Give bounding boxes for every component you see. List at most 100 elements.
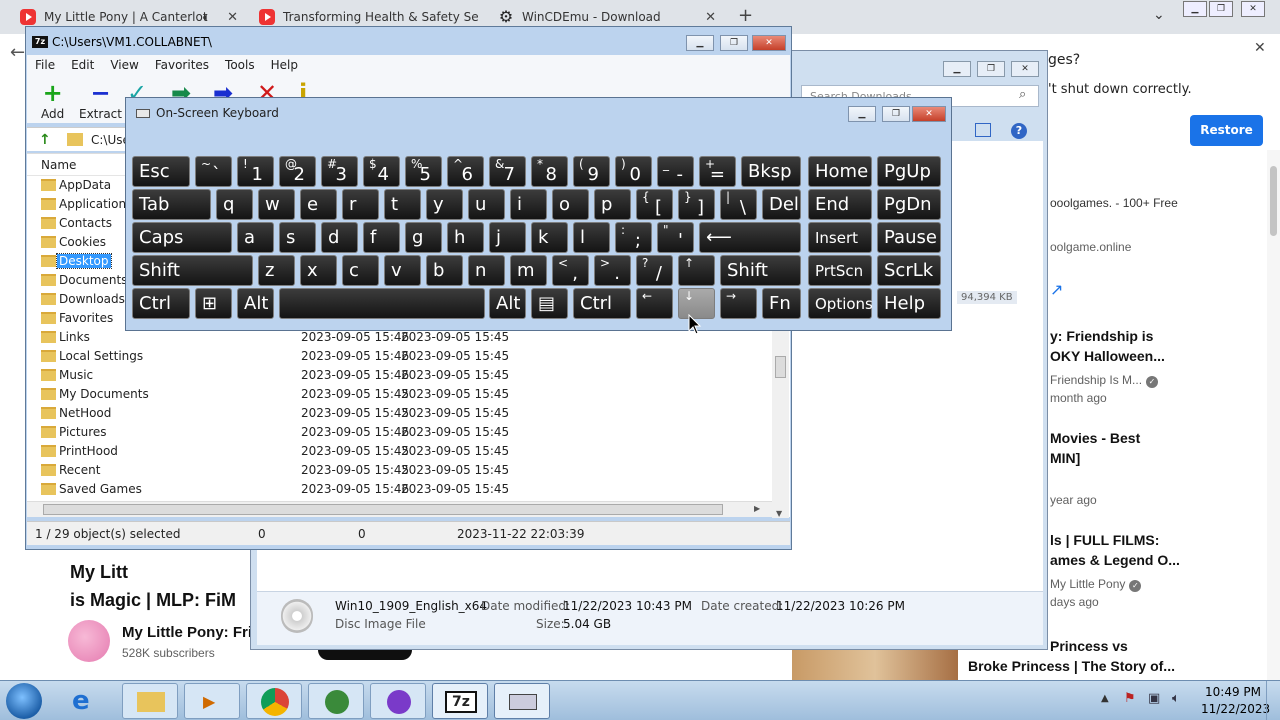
key-scrlk[interactable]: ScrLk — [877, 255, 941, 286]
menu-favorites[interactable]: Favorites — [147, 58, 217, 72]
maximize-button[interactable]: ❐ — [977, 61, 1005, 77]
key-t[interactable]: t — [384, 189, 421, 220]
channel-name[interactable]: My Little Pony: Fri — [122, 624, 252, 641]
volume-icon[interactable]: 🔈︎ — [1172, 691, 1180, 706]
key-2[interactable]: @2 — [279, 156, 316, 187]
key-d[interactable]: d — [321, 222, 358, 253]
key-symbol[interactable]: → — [720, 288, 757, 319]
maximize-button[interactable]: ❐ — [882, 106, 910, 122]
menu-file[interactable]: File — [27, 58, 63, 72]
external-link-icon[interactable]: ↗ — [1050, 280, 1063, 300]
key-symbol[interactable]: {[ — [636, 189, 673, 220]
table-row[interactable]: Recent 2023-09-05 15:45 2023-09-05 15:45 — [27, 461, 772, 480]
key-q[interactable]: q — [216, 189, 253, 220]
7zip-taskbar-button[interactable]: 7z — [432, 683, 488, 719]
key-bksp[interactable]: Bksp — [741, 156, 801, 187]
key-i[interactable]: i — [510, 189, 547, 220]
new-tab-button[interactable]: + — [738, 5, 753, 26]
key-symbol[interactable]: | \ — [720, 189, 757, 220]
key-fn[interactable]: Fn — [762, 288, 801, 319]
key-pause[interactable]: Pause — [877, 222, 941, 253]
page-scrollbar[interactable] — [1267, 150, 1280, 680]
key-6[interactable]: ^ 6 — [447, 156, 484, 187]
table-row[interactable]: Music 2023-09-05 15:46 2023-09-05 15:45 — [27, 366, 772, 385]
help-icon[interactable]: ? — [1011, 123, 1027, 139]
table-row[interactable]: NetHood 2023-09-05 15:45 2023-09-05 15:45 — [27, 404, 772, 423]
video-title[interactable]: My Litt is Magic | MLP: FiM — [70, 558, 236, 614]
close-button[interactable]: ✕ — [1011, 61, 1039, 77]
key-j[interactable]: j — [489, 222, 526, 253]
key-symbol[interactable]: }] — [678, 189, 715, 220]
minimize-button[interactable]: ▁ — [1183, 1, 1207, 17]
table-row[interactable]: PrintHood 2023-09-05 15:45 2023-09-05 15:4… — [27, 442, 772, 461]
key-g[interactable]: g — [405, 222, 442, 253]
start-button[interactable] — [6, 683, 42, 719]
close-button[interactable]: ✕ — [752, 35, 786, 51]
key-w[interactable]: w — [258, 189, 295, 220]
key-7[interactable]: & 7 — [489, 156, 526, 187]
search-icon[interactable]: ⌕ — [1019, 87, 1026, 102]
video-thumbnail[interactable] — [792, 650, 958, 680]
rec-title[interactable]: Movies - Best — [1050, 428, 1140, 448]
key-3[interactable]: #3 — [321, 156, 358, 187]
key-u[interactable]: u — [468, 189, 505, 220]
rec-title[interactable]: y: Friendship is — [1050, 326, 1153, 346]
add-button[interactable]: + Add — [41, 79, 64, 121]
key-shift[interactable]: Shift — [720, 255, 801, 286]
back-arrow-icon[interactable]: ← — [10, 42, 25, 63]
key-tab[interactable]: Tab — [132, 189, 211, 220]
preview-pane-icon[interactable] — [975, 123, 991, 137]
key-esc[interactable]: Esc — [132, 156, 190, 187]
key-symbol[interactable]: ? / — [636, 255, 673, 286]
minimize-button[interactable]: ▁ — [686, 35, 714, 51]
key-del[interactable]: Del — [762, 189, 801, 220]
key-n[interactable]: n — [468, 255, 505, 286]
key-y[interactable]: y — [426, 189, 463, 220]
key-symbol[interactable]: :; — [615, 222, 652, 253]
key-alt[interactable]: Alt — [489, 288, 526, 319]
key-symbol[interactable]: ← — [636, 288, 673, 319]
up-folder-icon[interactable]: ↑ — [39, 132, 51, 148]
restore-button[interactable]: Restore — [1190, 115, 1263, 146]
menu-help[interactable]: Help — [263, 58, 306, 72]
speaker-icon[interactable]: 🔈︎ — [203, 10, 210, 25]
key-home[interactable]: Home — [808, 156, 872, 187]
key-insert[interactable]: Insert — [808, 222, 872, 253]
key-k[interactable]: k — [531, 222, 568, 253]
rec-title-2[interactable]: Broke Princess | The Story of... — [968, 656, 1175, 676]
key-space[interactable] — [279, 288, 485, 319]
key-symbol[interactable]: _ - — [657, 156, 694, 187]
internet-explorer-icon[interactable]: e — [72, 686, 90, 716]
other-app-button[interactable] — [370, 683, 426, 719]
key-symbol[interactable]: + = — [699, 156, 736, 187]
key-shift[interactable]: Shift — [132, 255, 253, 286]
maximize-button[interactable]: ❐ — [720, 35, 748, 51]
key-1[interactable]: ! 1 — [237, 156, 274, 187]
network-icon[interactable]: ▣ — [1148, 691, 1160, 706]
key-symbol[interactable]: ▤ — [531, 288, 568, 319]
key-symbol[interactable]: " ' — [657, 222, 694, 253]
key-p[interactable]: p — [594, 189, 631, 220]
key-c[interactable]: c — [342, 255, 379, 286]
extract-button[interactable]: − Extract — [79, 79, 122, 121]
key-m[interactable]: m — [510, 255, 547, 286]
key-pgup[interactable]: PgUp — [877, 156, 941, 187]
key-e[interactable]: e — [300, 189, 337, 220]
key-symbol[interactable]: <, — [552, 255, 589, 286]
key-prtscn[interactable]: PrtScn — [808, 255, 872, 286]
key-r[interactable]: r — [342, 189, 379, 220]
clock-time[interactable]: 10:49 PM — [1205, 685, 1261, 699]
key-ctrl[interactable]: Ctrl — [132, 288, 190, 319]
key-8[interactable]: * 8 — [531, 156, 568, 187]
file-explorer-button[interactable] — [122, 683, 178, 719]
menu-tools[interactable]: Tools — [217, 58, 263, 72]
close-button[interactable]: ✕ — [912, 106, 946, 122]
key-caps[interactable]: Caps — [132, 222, 232, 253]
table-row[interactable]: My Documents 2023-09-05 15:45 2023-09-05 1… — [27, 385, 772, 404]
menu-edit[interactable]: Edit — [63, 58, 102, 72]
key-end[interactable]: End — [808, 189, 872, 220]
key-h[interactable]: h — [447, 222, 484, 253]
table-row[interactable]: Pictures 2023-09-05 15:46 2023-09-05 15:45 — [27, 423, 772, 442]
key-9[interactable]: (9 — [573, 156, 610, 187]
key-0[interactable]: ) 0 — [615, 156, 652, 187]
